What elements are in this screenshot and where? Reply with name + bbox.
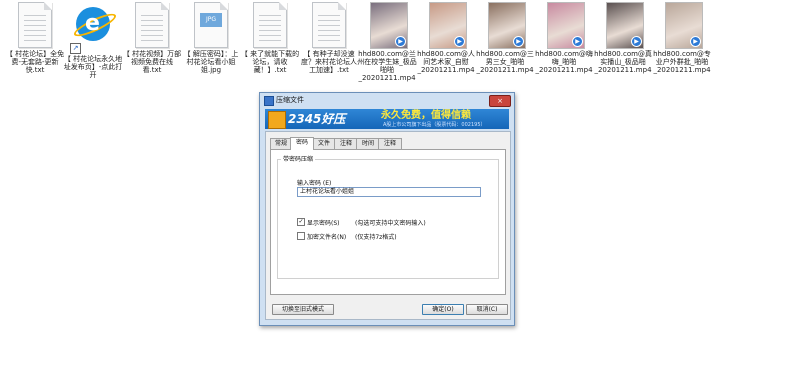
app-icon [264, 96, 274, 106]
tab-password[interactable]: 密码 [290, 137, 314, 150]
banner-slogan: 永久免费，值得信赖 [381, 110, 471, 121]
tab-comment[interactable]: 注释 [378, 138, 402, 149]
file-name: 【 村花论坛】全免费-无套路-更新快.txt [5, 50, 65, 74]
file-name: hhd800.com@嗨嗨_啪啪_20201211.mp4 [535, 50, 593, 74]
switch-mode-button[interactable]: 切换至旧式模式 [272, 304, 334, 315]
tab-files[interactable]: 文件 [312, 138, 336, 149]
video-file-icon: ▶ [665, 2, 703, 49]
file-item[interactable]: ▶ hhd800.com@兰州在校学生妹_极品啪啪_20201211.mp4 [357, 2, 417, 82]
haozip-logo-icon [268, 111, 286, 129]
video-file-icon: ▶ [547, 2, 585, 49]
password-label: 输入密码 (E) [297, 180, 332, 187]
tab-general[interactable]: 常规 [270, 138, 292, 149]
internet-shortcut-icon: e ↗ [70, 7, 119, 54]
video-file-icon: ▶ [370, 2, 408, 49]
ok-button[interactable]: 确定(O) [422, 304, 464, 315]
file-item[interactable]: 【 村花论坛】全免费-无套路-更新快.txt [5, 2, 65, 74]
banner-subtext: A股上市公司旗下出品（股票代码：002195） [383, 122, 486, 128]
compress-dialog: 压缩文件 × 2345好压 永久免费，值得信赖 A股上市公司旗下出品（股票代码：… [259, 92, 515, 326]
cancel-button[interactable]: 取消(C) [466, 304, 508, 315]
file-item[interactable]: ▶ hhd800.com@嗨嗨_啪啪_20201211.mp4 [534, 2, 594, 74]
file-name: 【 村花视频】万部视频免费在线看.txt [122, 50, 182, 74]
dialog-titlebar[interactable]: 压缩文件 × [260, 93, 514, 107]
file-item[interactable]: JPG 【 解压密码】：上村花论坛看小姐姐.jpg [181, 2, 241, 74]
password-group-title: 带密码压缩 [281, 154, 316, 163]
text-file-icon [253, 2, 287, 48]
file-item[interactable]: e ↗ 【 村花论坛永久地址发布页】-点此打开 [63, 2, 123, 79]
video-file-icon: ▶ [606, 2, 644, 49]
brand-banner: 2345好压 永久免费，值得信赖 A股上市公司旗下出品（股票代码：002195） [265, 109, 509, 129]
text-file-icon [135, 2, 169, 48]
password-input[interactable]: 上村花论坛看小姐姐 [297, 187, 481, 197]
shortcut-arrow-icon: ↗ [70, 43, 81, 54]
video-file-icon: ▶ [488, 2, 526, 49]
text-file-icon [312, 2, 346, 48]
encrypt-names-checkbox[interactable] [297, 232, 305, 240]
file-name: hhd800.com@三男三女_啪啪_20201211.mp4 [476, 50, 534, 74]
file-name: hhd800.com@专业户外群批_啪啪_20201211.mp4 [653, 50, 711, 74]
show-password-label[interactable]: 显示密码(S) [307, 218, 340, 227]
show-password-checkbox[interactable]: ✓ [297, 218, 305, 226]
tab-time[interactable]: 时间 [356, 138, 380, 149]
file-name: 【 来了就能下载的论坛，请收藏！】.txt [240, 50, 300, 74]
file-name: 【 村花论坛永久地址发布页】-点此打开 [63, 55, 123, 79]
file-name: hhd800.com@真实播山_极品啪_20201211.mp4 [594, 50, 652, 74]
file-item[interactable]: ▶ hhd800.com@人间艺术家_自慰_20201211.mp4 [416, 2, 476, 74]
video-file-icon: ▶ [429, 2, 467, 49]
file-item[interactable]: 【 村花视频】万部视频免费在线看.txt [122, 2, 182, 74]
password-tab-page: 带密码压缩 输入密码 (E) 上村花论坛看小姐姐 ✓ 显示密码(S) (勾选可支… [270, 149, 506, 295]
dialog-title: 压缩文件 [276, 96, 304, 104]
dialog-body: 常规 密码 文件 注释 时间 注释 带密码压缩 输入密码 (E) 上村花论坛看小… [265, 131, 511, 320]
close-button[interactable]: × [489, 95, 511, 107]
brand-name: 2345好压 [288, 112, 346, 126]
file-item[interactable]: ▶ hhd800.com@专业户外群批_啪啪_20201211.mp4 [652, 2, 712, 74]
show-password-hint: (勾选可支持中文密码输入) [355, 220, 426, 227]
file-item[interactable]: ▶ hhd800.com@真实播山_极品啪_20201211.mp4 [593, 2, 653, 74]
file-name: 【 解压密码】：上村花论坛看小姐姐.jpg [183, 50, 239, 74]
file-name: hhd800.com@人间艺术家_自慰_20201211.mp4 [417, 50, 475, 74]
file-item[interactable]: ▶ hhd800.com@三男三女_啪啪_20201211.mp4 [475, 2, 535, 74]
encrypt-names-hint: (仅支持7z格式) [355, 234, 397, 241]
image-file-icon: JPG [194, 2, 228, 48]
file-name: hhd800.com@兰州在校学生妹_极品啪啪_20201211.mp4 [357, 50, 417, 82]
tab-notes[interactable]: 注释 [334, 138, 358, 149]
text-file-icon [18, 2, 52, 48]
encrypt-names-label[interactable]: 加密文件名(N) [307, 232, 346, 241]
file-item[interactable]: 【 来了就能下载的论坛，请收藏！】.txt [240, 2, 300, 74]
file-name: 【 有种子却没速度？来村花论坛人工加速】.txt [301, 50, 357, 74]
file-item[interactable]: 【 有种子却没速度？来村花论坛人工加速】.txt [299, 2, 359, 74]
